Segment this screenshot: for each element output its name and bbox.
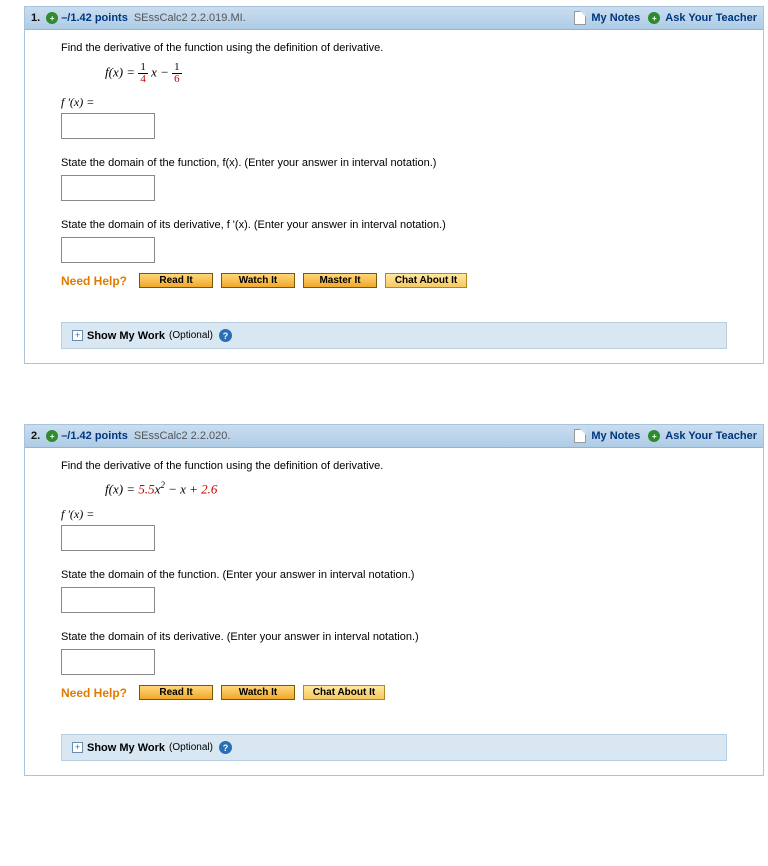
fraction-1: 1 4	[138, 62, 148, 85]
question-header: 2. + –/1.42 points SEssCalc2 2.2.020. My…	[25, 425, 763, 448]
question-header: 1. + –/1.42 points SEssCalc2 2.2.019.MI.…	[25, 7, 763, 30]
function-equation: f(x) = 5.5x2 − x + 2.6	[105, 480, 727, 497]
show-work-optional: (Optional)	[169, 330, 213, 341]
show-my-work-bar[interactable]: + Show My Work (Optional) ?	[61, 734, 727, 761]
need-help-label: Need Help?	[61, 686, 127, 700]
domain-fpx-input[interactable]	[61, 649, 155, 675]
eq-const: 2.6	[201, 481, 217, 496]
domain-fpx-input[interactable]	[61, 237, 155, 263]
watch-it-button[interactable]: Watch It	[221, 273, 295, 288]
show-work-title: Show My Work	[87, 330, 165, 342]
domain-fx-prompt: State the domain of the function, f(x). …	[61, 157, 727, 169]
expand-icon[interactable]: +	[72, 742, 83, 753]
show-my-work-bar[interactable]: + Show My Work (Optional) ?	[61, 322, 727, 349]
question-source: SEssCalc2 2.2.019.MI.	[134, 12, 246, 24]
domain-fx-input[interactable]	[61, 175, 155, 201]
need-help-row: Need Help? Read It Watch It Chat About I…	[61, 685, 727, 700]
domain-fx-input[interactable]	[61, 587, 155, 613]
fprime-input[interactable]	[61, 113, 155, 139]
eq-prefix: f(x) =	[105, 64, 138, 79]
question-1: 1. + –/1.42 points SEssCalc2 2.2.019.MI.…	[24, 6, 764, 364]
eq-mid: x −	[151, 64, 172, 79]
help-icon[interactable]: ?	[219, 329, 232, 342]
notes-icon	[574, 429, 586, 443]
points-icon: +	[46, 12, 58, 24]
chat-about-it-button[interactable]: Chat About It	[303, 685, 385, 700]
coef: 5.5	[138, 481, 154, 496]
domain-fpx-prompt: State the domain of its derivative. (Ent…	[61, 631, 727, 643]
fprime-label: f '(x) =	[61, 95, 727, 110]
domain-fpx-prompt: State the domain of its derivative, f '(…	[61, 219, 727, 231]
need-help-label: Need Help?	[61, 274, 127, 288]
fprime-input[interactable]	[61, 525, 155, 551]
fprime-label: f '(x) =	[61, 507, 727, 522]
help-icon[interactable]: ?	[219, 741, 232, 754]
read-it-button[interactable]: Read It	[139, 685, 213, 700]
watch-it-button[interactable]: Watch It	[221, 685, 295, 700]
my-notes-link[interactable]: My Notes	[591, 12, 640, 24]
page: 1. + –/1.42 points SEssCalc2 2.2.019.MI.…	[0, 6, 768, 866]
show-work-optional: (Optional)	[169, 742, 213, 753]
question-number: 1.	[31, 12, 40, 24]
main-prompt: Find the derivative of the function usin…	[61, 460, 727, 472]
frac-den: 6	[172, 74, 182, 85]
need-help-row: Need Help? Read It Watch It Master It Ch…	[61, 273, 727, 288]
master-it-button[interactable]: Master It	[303, 273, 377, 288]
show-work-title: Show My Work	[87, 742, 165, 754]
question-body: Find the derivative of the function usin…	[25, 30, 763, 363]
points-link[interactable]: –/1.42 points	[61, 12, 128, 24]
points-icon: +	[46, 430, 58, 442]
my-notes-link[interactable]: My Notes	[591, 430, 640, 442]
read-it-button[interactable]: Read It	[139, 273, 213, 288]
main-prompt: Find the derivative of the function usin…	[61, 42, 727, 54]
expand-icon[interactable]: +	[72, 330, 83, 341]
domain-fx-prompt: State the domain of the function. (Enter…	[61, 569, 727, 581]
chat-about-it-button[interactable]: Chat About It	[385, 273, 467, 288]
ask-teacher-link[interactable]: Ask Your Teacher	[665, 430, 757, 442]
eq-prefix: f(x) =	[105, 481, 138, 496]
eq-after: − x +	[165, 481, 201, 496]
points-link[interactable]: –/1.42 points	[61, 430, 128, 442]
frac-den: 4	[138, 74, 148, 85]
notes-icon	[574, 11, 586, 25]
ask-teacher-icon: +	[648, 12, 660, 24]
function-equation: f(x) = 1 4 x − 1 6	[105, 62, 727, 85]
question-2: 2. + –/1.42 points SEssCalc2 2.2.020. My…	[24, 424, 764, 776]
question-source: SEssCalc2 2.2.020.	[134, 430, 231, 442]
ask-teacher-link[interactable]: Ask Your Teacher	[665, 12, 757, 24]
question-number: 2.	[31, 430, 40, 442]
question-body: Find the derivative of the function usin…	[25, 448, 763, 775]
fraction-2: 1 6	[172, 62, 182, 85]
ask-teacher-icon: +	[648, 430, 660, 442]
